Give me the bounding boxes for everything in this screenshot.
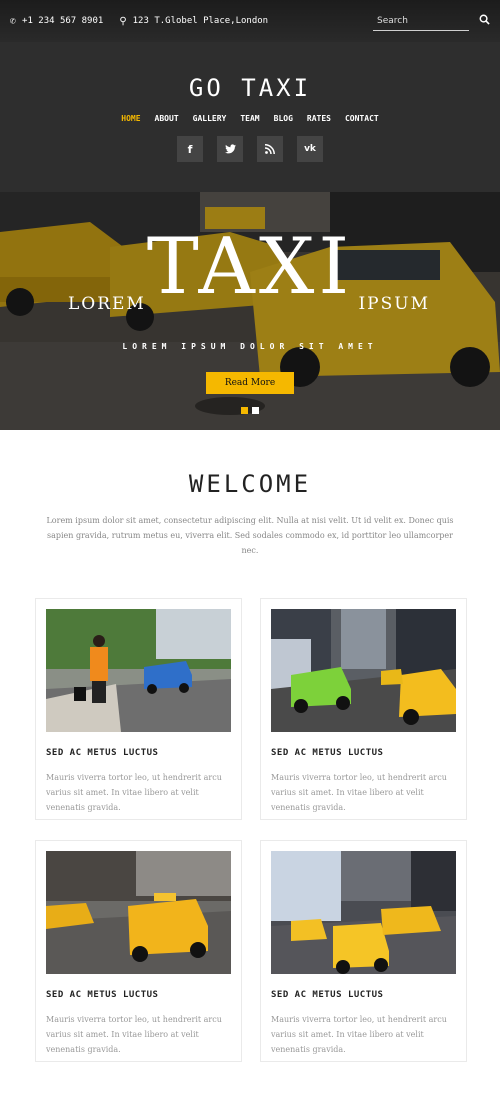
- nav-item-about[interactable]: ABOUT: [155, 114, 179, 123]
- hero-slider: TAXI LOREM IPSUM LOREM IPSUM DOLOR SIT A…: [0, 192, 500, 430]
- nav-item-team[interactable]: TEAM: [240, 114, 259, 123]
- card-text: Mauris viverra tortor leo, ut hendrerit …: [271, 773, 447, 812]
- card-text: Mauris viverra tortor leo, ut hendrerit …: [46, 773, 222, 812]
- vk-icon[interactable]: vk: [297, 136, 323, 162]
- card-image-times-square-taxis: [271, 851, 456, 974]
- phone-icon: ✆: [10, 15, 17, 27]
- service-card[interactable]: SED AC METUS LUCTUS Mauris viverra torto…: [260, 598, 467, 820]
- address-text: 123 T.Globel Place,London: [132, 16, 269, 26]
- slider-dot-1[interactable]: [241, 407, 248, 414]
- slider-dots: [241, 407, 259, 414]
- facebook-icon[interactable]: f: [177, 136, 203, 162]
- search-input[interactable]: [373, 11, 469, 31]
- read-more-button[interactable]: Read More: [206, 372, 294, 394]
- hero-subtitle: LOREM IPSUM DOLOR SIT AMET: [122, 342, 378, 351]
- card-title: SED AC METUS LUCTUS: [46, 748, 159, 758]
- service-card[interactable]: SED AC METUS LUCTUS Mauris viverra torto…: [35, 598, 242, 820]
- nav-item-contact[interactable]: CONTACT: [345, 114, 379, 123]
- hero-left-word: LOREM: [68, 294, 146, 314]
- search-icon[interactable]: [479, 14, 490, 28]
- card-text: Mauris viverra tortor leo, ut hendrerit …: [46, 1015, 222, 1054]
- card-image-street-taxis: [46, 851, 231, 974]
- welcome-heading: WELCOME: [188, 470, 312, 498]
- phone-text: +1 234 567 8901: [22, 16, 104, 26]
- card-image-hailing-taxi: [46, 609, 231, 732]
- social-links: f vk: [0, 136, 500, 162]
- card-image-city-taxis: [271, 609, 456, 732]
- site-header: GO TAXI HOME ABOUT GALLERY TEAM BLOG RAT…: [0, 42, 500, 192]
- card-title: SED AC METUS LUCTUS: [46, 990, 159, 1000]
- rss-icon[interactable]: [257, 136, 283, 162]
- address-info: ⚲ 123 T.Globel Place,London: [119, 16, 268, 27]
- welcome-description: Lorem ipsum dolor sit amet, consectetur …: [46, 516, 454, 555]
- nav-item-rates[interactable]: RATES: [307, 114, 331, 123]
- service-card[interactable]: SED AC METUS LUCTUS Mauris viverra torto…: [260, 840, 467, 1062]
- nav-item-gallery[interactable]: GALLERY: [193, 114, 227, 123]
- hero-right-word: IPSUM: [358, 294, 430, 314]
- main-nav: HOME ABOUT GALLERY TEAM BLOG RATES CONTA…: [0, 114, 500, 123]
- top-bar: ✆ +1 234 567 8901 ⚲ 123 T.Globel Place,L…: [0, 0, 500, 42]
- phone-info: ✆ +1 234 567 8901: [10, 16, 103, 27]
- service-card[interactable]: SED AC METUS LUCTUS Mauris viverra torto…: [35, 840, 242, 1062]
- card-title: SED AC METUS LUCTUS: [271, 990, 384, 1000]
- search-box: [373, 11, 490, 31]
- card-title: SED AC METUS LUCTUS: [271, 748, 384, 758]
- map-pin-icon: ⚲: [119, 15, 127, 27]
- card-text: Mauris viverra tortor leo, ut hendrerit …: [271, 1015, 447, 1054]
- slider-dot-2[interactable]: [252, 407, 259, 414]
- nav-item-blog[interactable]: BLOG: [274, 114, 293, 123]
- nav-item-home[interactable]: HOME: [121, 114, 140, 123]
- twitter-icon[interactable]: [217, 136, 243, 162]
- site-logo[interactable]: GO TAXI: [0, 74, 500, 102]
